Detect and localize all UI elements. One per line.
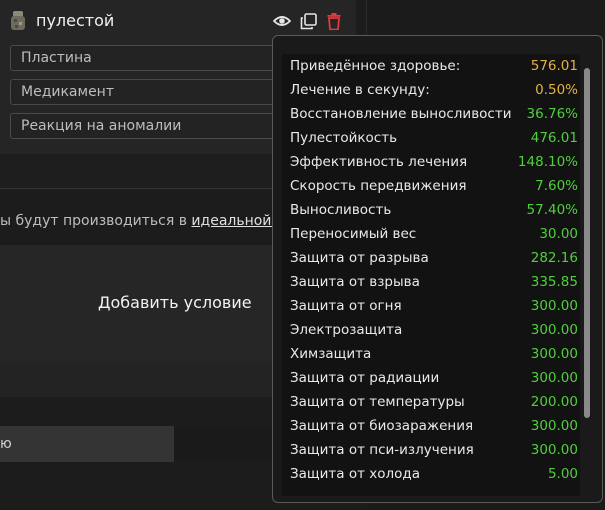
stat-name: Электрозащита xyxy=(290,322,403,338)
stat-name: Восстановление выносливости xyxy=(290,106,512,122)
stat-value: 300.00 xyxy=(530,346,578,362)
field-medicine[interactable]: Медикамент xyxy=(10,79,310,105)
stat-name: Защита от огня xyxy=(290,298,402,314)
stat-name: Защита от взрыва xyxy=(290,274,420,290)
stat-row: Скорость передвижения 7.60% xyxy=(290,174,578,198)
stat-row: Выносливость 57.40% xyxy=(290,198,578,222)
stat-value: 148.10% xyxy=(517,154,578,170)
stat-row: Защита от температуры 200.00 xyxy=(290,390,578,414)
stat-value: 30.00 xyxy=(539,226,578,242)
stat-value: 57.40% xyxy=(526,202,578,218)
stat-row: Электрозащита 300.00 xyxy=(290,318,578,342)
stat-row: Защита от радиации 300.00 xyxy=(290,366,578,390)
stat-name: Защита от пси-излучения xyxy=(290,442,474,458)
stat-row: Защита от холода 5.00 xyxy=(290,462,578,486)
stat-name: Приведённое здоровье: xyxy=(290,58,461,74)
item-title: пулестой xyxy=(36,11,115,30)
stat-row: Защита от взрыва 335.85 xyxy=(290,270,578,294)
stat-value: 282.16 xyxy=(530,250,578,266)
stat-value: 36.76% xyxy=(526,106,578,122)
stat-row: Приведённое здоровье: 576.01 xyxy=(290,54,578,78)
tooltip-scrollbar[interactable] xyxy=(584,68,590,418)
stat-row: Лечение в секунду: 0.50% xyxy=(290,78,578,102)
add-condition-button[interactable]: Добавить условие xyxy=(98,293,252,312)
delete-trash-icon[interactable] xyxy=(324,11,344,31)
calculation-note: ы будут производиться в идеальной с xyxy=(0,213,284,229)
stat-row: Защита от пси-излучения 300.00 xyxy=(290,438,578,462)
stat-value: 476.01 xyxy=(530,130,578,146)
stat-value: 300.00 xyxy=(530,370,578,386)
stat-value: 7.60% xyxy=(535,178,578,194)
copy-icon[interactable] xyxy=(298,11,318,31)
stat-row: Эффективность лечения 148.10% xyxy=(290,150,578,174)
bottom-input[interactable]: ю xyxy=(0,426,174,462)
stat-row: Защита от огня 300.00 xyxy=(290,294,578,318)
stat-name: Эффективность лечения xyxy=(290,154,468,170)
field-plate[interactable]: Пластина xyxy=(10,45,310,71)
stats-tooltip: Приведённое здоровье: 576.01 Лечение в сек… xyxy=(272,35,603,503)
stat-row: Защита от разрыва 282.16 xyxy=(290,246,578,270)
stat-row: Химзащита 300.00 xyxy=(290,342,578,366)
item-avatar-icon xyxy=(11,11,25,30)
note-text: ы будут производиться в xyxy=(0,213,192,229)
stat-name: Пулестойкость xyxy=(290,130,398,146)
stats-list: Приведённое здоровье: 576.01 Лечение в сек… xyxy=(282,54,580,496)
stat-name: Переносимый вес xyxy=(290,226,417,242)
stat-name: Защита от температуры xyxy=(290,394,465,410)
stat-name: Лечение в секунду: xyxy=(290,82,430,98)
stat-name: Скорость передвижения xyxy=(290,178,467,194)
stat-value: 576.01 xyxy=(530,58,578,74)
stat-row: Переносимый вес 30.00 xyxy=(290,222,578,246)
stat-name: Защита от радиации xyxy=(290,370,440,386)
stat-value: 300.00 xyxy=(530,418,578,434)
stat-name: Защита от биозаражения xyxy=(290,418,474,434)
visibility-eye-icon[interactable] xyxy=(272,11,292,31)
stat-value: 300.00 xyxy=(530,442,578,458)
stat-row: Пулестойкость 476.01 xyxy=(290,126,578,150)
stat-value: 300.00 xyxy=(530,322,578,338)
stat-name: Защита от холода xyxy=(290,466,421,482)
stat-row: Защита от биозаражения 300.00 xyxy=(290,414,578,438)
field-anomaly-reaction[interactable]: Реакция на аномалии xyxy=(10,113,310,139)
stat-name: Защита от разрыва xyxy=(290,250,429,266)
stat-value: 300.00 xyxy=(530,298,578,314)
stat-name: Химзащита xyxy=(290,346,372,362)
stat-value: 200.00 xyxy=(530,394,578,410)
stat-value: 0.50% xyxy=(535,82,578,98)
stat-row: Восстановление выносливости 36.76% xyxy=(290,102,578,126)
note-link[interactable]: идеальной с xyxy=(191,213,283,229)
stat-name: Выносливость xyxy=(290,202,392,218)
stat-value: 335.85 xyxy=(530,274,578,290)
stat-value: 5.00 xyxy=(547,466,578,482)
